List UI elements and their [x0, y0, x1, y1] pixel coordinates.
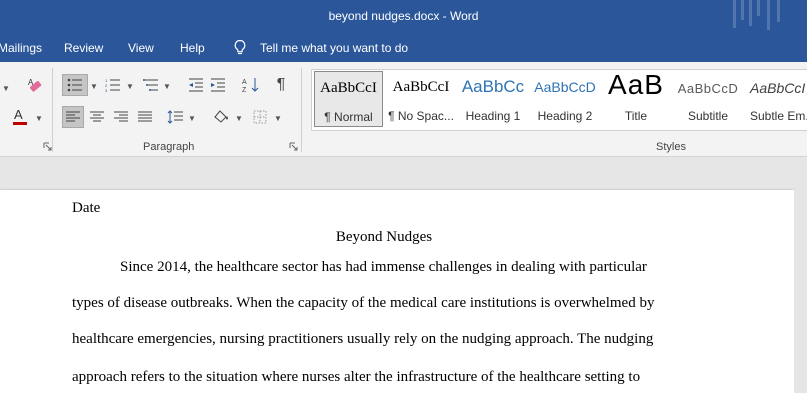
styles-gallery: AaBbCcI ¶ Normal AaBbCcI ¶ No Spac... Aa…	[311, 69, 807, 131]
bullets-button[interactable]	[62, 74, 88, 96]
styles-group-label: Styles	[656, 141, 686, 153]
show-formatting-marks-button[interactable]: ¶	[271, 74, 291, 96]
align-right-button[interactable]	[110, 106, 132, 128]
style-title[interactable]: AaB Title	[602, 69, 670, 127]
style-heading-1[interactable]: AaBbCc Heading 1	[458, 71, 528, 127]
svg-text:Z: Z	[242, 87, 247, 93]
style-sample: AaBbCcD	[677, 81, 739, 96]
style-sample: AaBbCcI	[320, 80, 377, 96]
borders-dropdown-icon[interactable]: ▼	[274, 114, 282, 123]
title-bar-decoration	[733, 0, 780, 30]
shading-dropdown-icon[interactable]: ▼	[235, 114, 243, 123]
document-line[interactable]: Since 2014, the healthcare sector has ha…	[120, 259, 647, 276]
paragraph-group-label: Paragraph	[143, 141, 195, 153]
style-sample: AaBbCcD	[534, 79, 596, 95]
document-margin	[794, 190, 807, 393]
style-subtle-emphasis[interactable]: AaBbCcI Subtle Em...	[746, 71, 807, 127]
svg-text:3: 3	[105, 88, 108, 92]
tab-help[interactable]: Help	[180, 41, 205, 55]
style-heading-2[interactable]: AaBbCcD Heading 2	[530, 71, 600, 127]
document-line[interactable]: healthcare emergencies, nursing practiti…	[72, 331, 653, 348]
style-name: Heading 2	[537, 109, 593, 123]
style-name: Subtitle	[687, 109, 729, 123]
style-subtitle[interactable]: AaBbCcD Subtitle	[672, 71, 744, 127]
font-color-dropdown-icon[interactable]: ▼	[35, 114, 43, 123]
svg-text:A: A	[14, 107, 23, 122]
clear-formatting-icon[interactable]: A	[24, 74, 48, 96]
style-sample: AaBbCcI	[750, 80, 806, 96]
increase-indent-button[interactable]	[208, 74, 228, 96]
style-sample: AaBbCc	[461, 77, 525, 96]
window-title: beyond nudges.docx - Word	[328, 9, 479, 23]
svg-text:A: A	[242, 79, 247, 86]
style-name: Heading 1	[465, 109, 521, 123]
style-name: Subtle Em...	[750, 109, 807, 123]
document-line[interactable]: types of disease outbreaks. When the cap…	[72, 295, 654, 312]
font-dialog-launcher-icon[interactable]	[43, 142, 52, 151]
style-name: ¶ No Spac...	[388, 109, 454, 123]
multilevel-list-button[interactable]	[141, 74, 161, 96]
document-title[interactable]: Beyond Nudges	[0, 229, 768, 246]
divider	[52, 68, 53, 152]
decrease-indent-button[interactable]	[186, 74, 206, 96]
ribbon-home: ▼ A A ▼ ▼ 123 ▼ ▼ AZ ¶ ▼ ▼ ▼ Paragraph A…	[0, 62, 807, 157]
style-name: Title	[624, 109, 648, 123]
font-color-button[interactable]: A	[8, 106, 32, 128]
style-no-spacing[interactable]: AaBbCcI ¶ No Spac...	[386, 71, 456, 127]
document-date[interactable]: Date	[72, 200, 100, 217]
ribbon-tab-bar: Mailings Review View Help Tell me what y…	[0, 34, 807, 62]
paragraph-dialog-launcher-icon[interactable]	[289, 142, 298, 151]
tell-me-search[interactable]: Tell me what you want to do	[260, 41, 408, 55]
chevron-down-icon[interactable]: ▼	[2, 84, 10, 93]
numbering-dropdown-icon[interactable]: ▼	[126, 82, 134, 91]
tab-mailings[interactable]: Mailings	[0, 41, 42, 55]
tab-review[interactable]: Review	[64, 41, 103, 55]
style-sample: AaBbCcI	[392, 79, 450, 95]
align-center-button[interactable]	[86, 106, 108, 128]
style-normal[interactable]: AaBbCcI ¶ Normal	[314, 71, 383, 127]
borders-button[interactable]	[250, 106, 270, 128]
bullets-dropdown-icon[interactable]: ▼	[90, 82, 98, 91]
line-spacing-dropdown-icon[interactable]: ▼	[188, 114, 196, 123]
document-line[interactable]: approach refers to the situation where n…	[72, 369, 640, 386]
document-page[interactable]: Date Beyond Nudges Since 2014, the healt…	[0, 190, 794, 393]
justify-button[interactable]	[134, 106, 156, 128]
multilevel-dropdown-icon[interactable]: ▼	[163, 82, 171, 91]
title-bar: beyond nudges.docx - Word	[0, 0, 807, 34]
style-name: ¶ Normal	[324, 110, 373, 124]
line-spacing-button[interactable]	[165, 106, 185, 128]
divider	[301, 68, 302, 152]
numbering-button[interactable]: 123	[103, 74, 123, 96]
lightbulb-icon[interactable]	[233, 39, 247, 59]
sort-button[interactable]: AZ	[241, 74, 261, 96]
tab-view[interactable]: View	[128, 41, 154, 55]
shading-button[interactable]	[210, 106, 232, 128]
svg-text:A: A	[28, 78, 34, 87]
style-sample: AaB	[608, 69, 664, 100]
align-left-button[interactable]	[62, 106, 84, 128]
